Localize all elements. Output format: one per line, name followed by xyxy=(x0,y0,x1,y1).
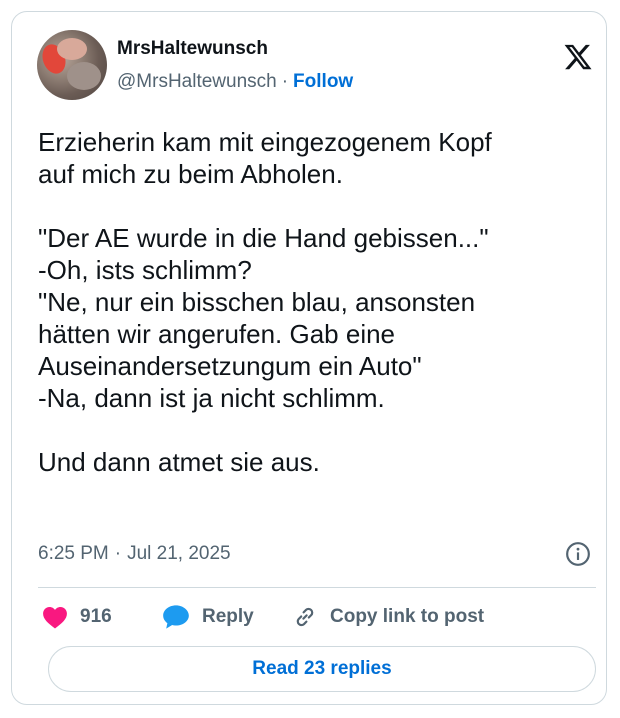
reply-label: Reply xyxy=(202,606,254,627)
x-logo-icon[interactable] xyxy=(562,42,594,72)
read-replies-button[interactable]: Read 23 replies xyxy=(48,646,596,692)
tweet-timestamp[interactable]: 6:25 PM · Jul 21, 2025 xyxy=(38,543,231,565)
author-handle-row: @MrsHaltewunsch · Follow xyxy=(117,71,353,93)
author-handle[interactable]: @MrsHaltewunsch xyxy=(117,71,277,92)
author-name[interactable]: MrsHaltewunsch xyxy=(117,38,268,60)
like-button[interactable]: 916 xyxy=(42,602,112,632)
tweet-card: MrsHaltewunsch @MrsHaltewunsch · Follow Er… xyxy=(11,11,607,705)
date-separator: · xyxy=(114,543,122,564)
link-icon xyxy=(296,607,314,627)
tweet-time: 6:25 PM xyxy=(38,543,109,564)
heart-icon xyxy=(43,607,67,629)
copy-link-button[interactable]: Copy link to post xyxy=(292,602,484,632)
handle-separator: · xyxy=(281,71,289,92)
read-replies-label: Read 23 replies xyxy=(252,658,392,679)
divider xyxy=(38,587,596,588)
copy-link-label: Copy link to post xyxy=(330,606,485,627)
info-icon[interactable] xyxy=(565,541,591,567)
tweet-date: Jul 21, 2025 xyxy=(127,543,231,564)
avatar[interactable] xyxy=(37,30,107,100)
like-count: 916 xyxy=(80,606,112,627)
reply-button[interactable]: Reply xyxy=(162,602,254,632)
speech-bubble-icon xyxy=(163,605,189,629)
tweet-text: Erzieherin kam mit eingezogenem Kopf auf… xyxy=(38,127,492,477)
follow-button[interactable]: Follow xyxy=(293,71,353,92)
